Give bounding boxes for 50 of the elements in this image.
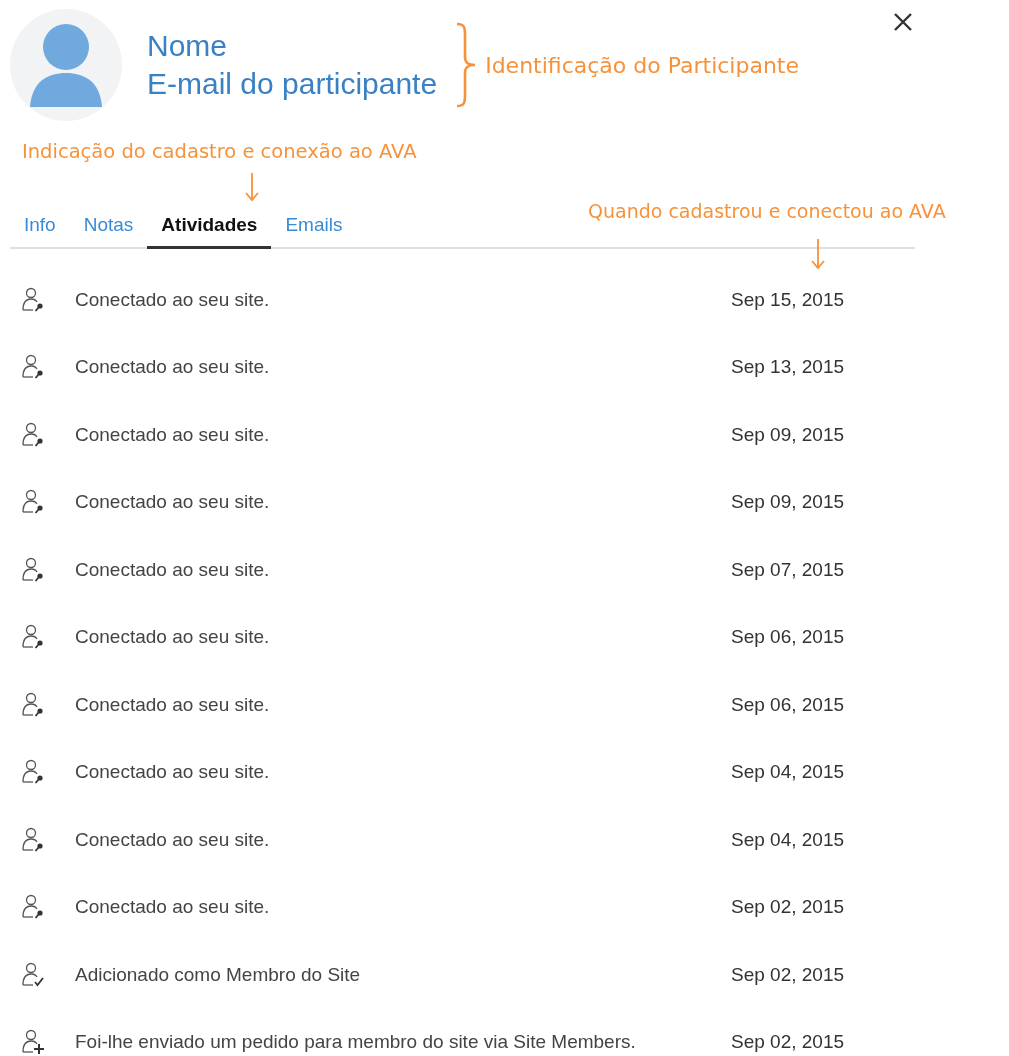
activity-date: Sep 06, 2015 [731,693,845,716]
participant-name: Nome [147,29,229,63]
annotation-text: Quando cadastrou e conectou ao AVA [588,200,946,222]
activity-date: Sep 09, 2015 [731,423,845,446]
activity-text: Conectado ao seu site. [75,626,271,649]
activity-text: Conectado ao seu site. [75,896,271,919]
activity-date: Sep 02, 2015 [731,1031,845,1054]
user-check-icon [22,961,46,988]
person-icon [28,23,104,107]
user-key-icon [22,286,46,313]
activity-date: Sep 07, 2015 [731,558,845,581]
activity-date: Sep 04, 2015 [731,761,845,784]
user-key-icon [22,421,46,448]
activity-date: Sep 04, 2015 [731,828,845,851]
tab[interactable]: Notas [69,204,148,249]
annotation-text: Indicação do cadastro e conexão ao AVA [22,139,417,163]
activity-text: Conectado ao seu site. [75,356,271,379]
tab[interactable]: Info [10,204,70,249]
tab[interactable]: Atividades [147,204,272,249]
activity-date: Sep 06, 2015 [731,626,845,649]
user-key-icon [22,826,46,853]
close-icon[interactable] [893,12,913,32]
annotation-text: Identificação do Participante [485,52,799,78]
user-key-icon [22,556,46,583]
activity-date: Sep 13, 2015 [731,356,845,379]
user-key-icon [22,759,46,786]
user-key-icon [22,691,46,718]
user-key-icon [22,624,46,651]
down-arrow-icon [244,172,260,202]
activity-date: Sep 02, 2015 [731,963,845,986]
activity-text: Conectado ao seu site. [75,288,271,311]
activity-text: Conectado ao seu site. [75,693,271,716]
activity-date: Sep 02, 2015 [731,896,845,919]
activity-text: Conectado ao seu site. [75,761,271,784]
participant-email: E-mail do participante [147,67,438,101]
activity-text: Conectado ao seu site. [75,828,271,851]
activity-date: Sep 15, 2015 [731,288,845,311]
activity-text: Foi-lhe enviado um pedido para membro do site via Site Members. [75,1031,637,1054]
brace-icon [455,22,478,108]
activity-date: Sep 09, 2015 [731,491,845,514]
user-key-icon [22,489,46,516]
activity-text: Conectado ao seu site. [75,423,271,446]
down-arrow-icon [810,238,826,270]
activity-text: Conectado ao seu site. [75,558,271,581]
user-plus-icon [22,1029,46,1056]
activity-text: Conectado ao seu site. [75,491,271,514]
user-key-icon [22,354,46,381]
activity-text: Adicionado como Membro do Site [75,963,362,986]
tab[interactable]: Emails [271,204,357,249]
user-key-icon [22,894,46,921]
